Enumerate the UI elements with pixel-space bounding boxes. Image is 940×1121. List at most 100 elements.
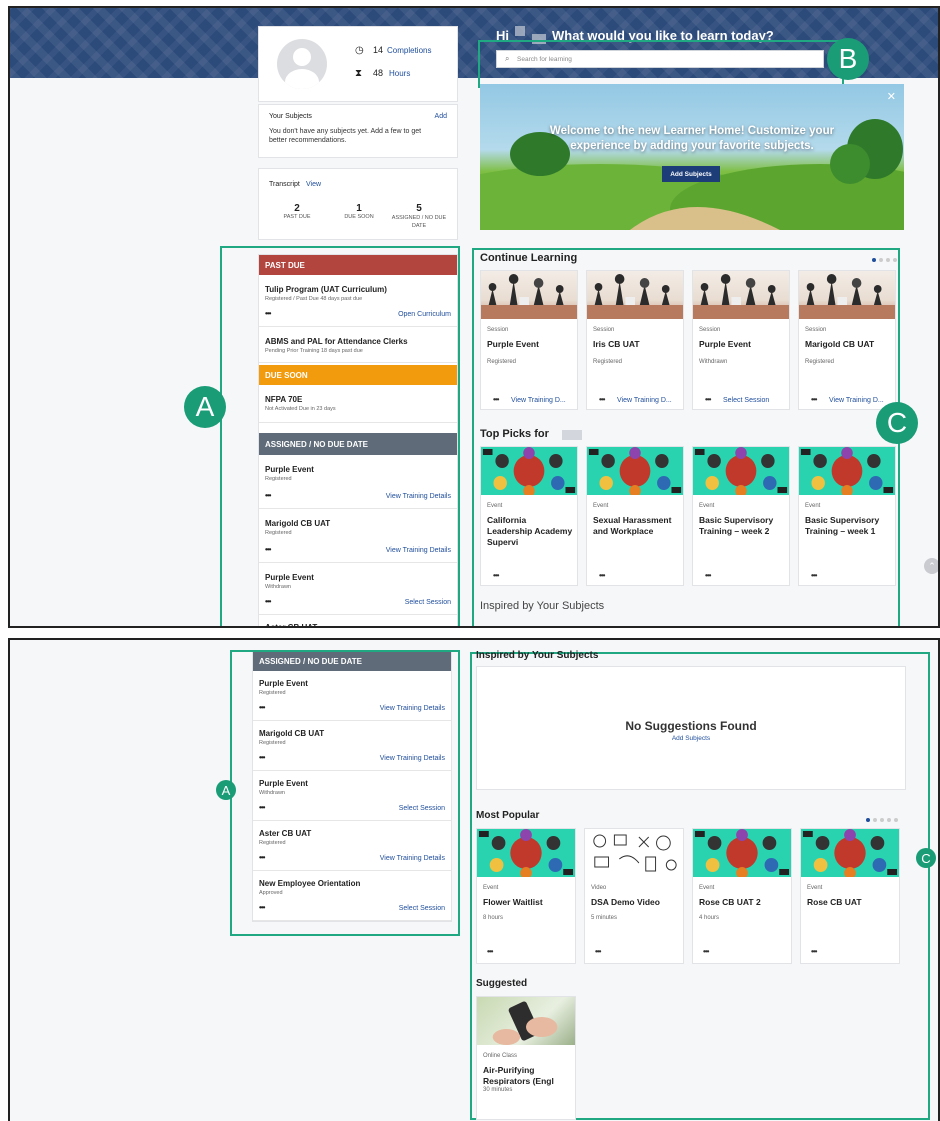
more-menu[interactable]: ••• (599, 571, 605, 580)
inspired-title: Inspired by Your Subjects (476, 650, 599, 661)
learning-card[interactable]: Session Marigold CB UAT Registered ••• View … (798, 270, 896, 410)
card-title[interactable]: Purple Event (699, 339, 785, 350)
card-action-link[interactable]: Select Session (723, 397, 769, 404)
transcript-card: Transcript View 2 PAST DUE 1 DUE SOON 5 … (258, 168, 458, 240)
inspired-empty-card: No Suggestions Found Add Subjects (476, 666, 906, 790)
redacted-name (515, 26, 525, 36)
most-popular-title: Most Popular (476, 810, 540, 821)
more-menu[interactable]: ••• (705, 395, 711, 404)
assigned-stat[interactable]: 5 ASSIGNED / NO DUE DATE (387, 203, 451, 230)
card-title[interactable]: Basic Supervisory Training – week 2 (699, 515, 785, 537)
card-title[interactable]: Purple Event (487, 339, 573, 350)
stat-label: DUE SOON (344, 214, 374, 220)
card-thumbnail (801, 829, 899, 877)
card-thumbnail (585, 829, 683, 877)
card-thumbnail (481, 447, 577, 495)
carousel-dots[interactable] (866, 818, 898, 822)
completions-count: 14 (373, 45, 384, 55)
more-menu[interactable]: ••• (493, 571, 499, 580)
more-menu[interactable]: ••• (599, 395, 605, 404)
card-title[interactable]: Rose CB UAT (807, 897, 895, 908)
stat-label: PAST DUE (283, 214, 311, 220)
add-subjects-link[interactable]: Add Subjects (477, 735, 905, 742)
transcript-label: Transcript (269, 181, 300, 188)
close-icon[interactable]: ✕ (887, 90, 896, 103)
learning-card[interactable]: Video DSA Demo Video 5 minutes ••• (584, 828, 684, 964)
card-thumbnail (481, 271, 577, 319)
learning-card[interactable]: Session Iris CB UAT Registered ••• View Trai… (586, 270, 684, 410)
card-type: Session (593, 327, 615, 333)
add-subject-link[interactable]: Add (435, 113, 447, 120)
card-title[interactable]: Air-Purifying Respirators (Engl (483, 1065, 571, 1087)
more-menu[interactable]: ••• (811, 395, 817, 404)
highlight-box-a (220, 246, 460, 626)
card-duration: 30 minutes (483, 1087, 513, 1093)
more-menu[interactable]: ••• (703, 947, 709, 956)
learning-card[interactable]: Event Basic Supervisory Training – week 1… (798, 446, 896, 586)
callout-b: B (827, 38, 869, 80)
callout-c: C (916, 848, 936, 868)
continue-learning-title: Continue Learning (480, 252, 578, 264)
callout-c: C (876, 402, 918, 444)
more-menu[interactable]: ••• (595, 947, 601, 956)
card-title[interactable]: Iris CB UAT (593, 339, 679, 350)
card-title[interactable]: Flower Waitlist (483, 897, 571, 908)
screenshot-top: ◷ 14 Completions ⧗ 48 Hours Your Subject… (8, 6, 940, 628)
learning-card[interactable]: Online Class Air-Purifying Respirators (E… (476, 996, 576, 1120)
screenshot-bottom: ASSIGNED / NO DUE DATE Purple Event Regis… (8, 638, 940, 1121)
highlight-box-b (478, 40, 844, 88)
more-menu[interactable]: ••• (811, 571, 817, 580)
more-menu[interactable]: ••• (493, 395, 499, 404)
card-type: Session (805, 327, 827, 333)
learning-card[interactable]: Event Rose CB UAT 2 4 hours ••• (692, 828, 792, 964)
learning-card[interactable]: Session Purple Event Registered ••• View Tra… (480, 270, 578, 410)
more-menu[interactable]: ••• (487, 947, 493, 956)
card-title[interactable]: Marigold CB UAT (805, 339, 891, 350)
card-thumbnail (693, 447, 789, 495)
card-title[interactable]: DSA Demo Video (591, 897, 679, 908)
profile-card: ◷ 14 Completions ⧗ 48 Hours (258, 26, 458, 102)
learning-card[interactable]: Event Sexual Harassment and Workplace ••• (586, 446, 684, 586)
card-duration: 5 minutes (591, 915, 618, 921)
card-duration: 4 hours (699, 915, 720, 921)
card-action-link[interactable]: View Training D... (617, 397, 672, 404)
transcript-view-link[interactable]: View (306, 181, 321, 188)
card-title[interactable]: Sexual Harassment and Workplace (593, 515, 679, 537)
avatar (277, 39, 327, 89)
card-type: Session (487, 327, 509, 333)
card-thumbnail (477, 997, 575, 1045)
learning-card[interactable]: Event California Leadership Academy Super… (480, 446, 578, 586)
welcome-banner: Welcome to the new Learner Home! Customi… (480, 84, 904, 230)
check-circle-icon: ◷ (355, 45, 364, 56)
card-type: Event (699, 503, 715, 509)
learning-card[interactable]: Event Rose CB UAT ••• (800, 828, 900, 964)
card-type: Event (805, 503, 821, 509)
card-action-link[interactable]: View Training D... (829, 397, 884, 404)
card-type: Event (593, 503, 609, 509)
suggested-title: Suggested (476, 978, 528, 989)
card-action-link[interactable]: View Training D... (511, 397, 566, 404)
inspired-title: Inspired by Your Subjects (480, 600, 605, 612)
due-soon-stat[interactable]: 1 DUE SOON (339, 203, 379, 220)
card-thumbnail (693, 271, 789, 319)
card-thumbnail (799, 447, 895, 495)
card-title[interactable]: California Leadership Academy Supervi (487, 515, 573, 548)
card-status: Registered (487, 359, 517, 365)
learning-card[interactable]: Session Purple Event Withdrawn ••• Select Se… (692, 270, 790, 410)
completions-link[interactable]: Completions (387, 46, 431, 55)
hours-link[interactable]: Hours (389, 69, 410, 78)
card-title[interactable]: Rose CB UAT 2 (699, 897, 787, 908)
card-status: Registered (805, 359, 835, 365)
learning-card[interactable]: Event Flower Waitlist 8 hours ••• (476, 828, 576, 964)
add-subjects-button[interactable]: Add Subjects (662, 166, 720, 182)
chevron-up-icon[interactable]: ⌃ (924, 558, 938, 574)
more-menu[interactable]: ••• (811, 947, 817, 956)
past-due-stat[interactable]: 2 PAST DUE (277, 203, 317, 220)
card-thumbnail (587, 447, 683, 495)
hourglass-icon: ⧗ (355, 68, 363, 79)
carousel-dots[interactable] (872, 258, 897, 262)
more-menu[interactable]: ••• (705, 571, 711, 580)
learning-card[interactable]: Event Basic Supervisory Training – week 2… (692, 446, 790, 586)
card-title[interactable]: Basic Supervisory Training – week 1 (805, 515, 891, 537)
card-thumbnail (587, 271, 683, 319)
